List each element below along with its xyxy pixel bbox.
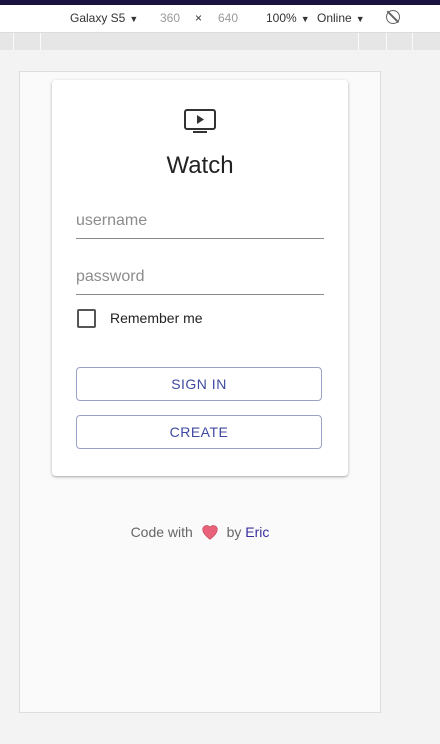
ruler-segment	[358, 33, 359, 50]
app-title: Watch	[166, 152, 234, 179]
author-link[interactable]: Eric	[245, 524, 269, 540]
username-field	[76, 204, 324, 239]
remember-checkbox[interactable]	[77, 309, 96, 328]
zoom-select[interactable]: 100% ▼	[266, 11, 310, 25]
chevron-down-icon: ▼	[355, 14, 365, 24]
network-value: Online	[317, 11, 352, 25]
rotate-icon[interactable]	[386, 10, 400, 24]
remember-label[interactable]: Remember me	[110, 310, 203, 326]
ruler-segment	[40, 33, 41, 50]
footer-by: by	[226, 524, 242, 540]
ruler-segment	[412, 33, 413, 50]
media-query-ruler[interactable]	[0, 32, 440, 51]
height-input[interactable]: 640	[218, 11, 238, 25]
ruler-segment	[386, 33, 387, 50]
device-viewport: Watch Remember me SIGN IN CREATE Code wi…	[19, 71, 381, 713]
network-select[interactable]: Online ▼	[317, 11, 365, 25]
login-card: Watch Remember me SIGN IN CREATE	[52, 80, 348, 476]
device-name: Galaxy S5	[70, 11, 126, 25]
width-input[interactable]: 360	[160, 11, 180, 25]
heart-icon	[202, 525, 218, 540]
create-button[interactable]: CREATE	[76, 415, 322, 449]
sign-in-button[interactable]: SIGN IN	[76, 367, 322, 401]
times-symbol: ×	[195, 11, 203, 25]
password-input[interactable]	[76, 260, 324, 292]
zoom-value: 100%	[266, 11, 297, 25]
device-toolbar: Galaxy S5 ▼ 360 × 640 100% ▼ Online ▼	[0, 5, 440, 32]
tv-icon	[184, 109, 216, 133]
chevron-down-icon: ▼	[300, 14, 310, 24]
footer: Code with by Eric	[20, 524, 380, 540]
chevron-down-icon: ▼	[129, 14, 139, 24]
ruler-segment	[13, 33, 14, 50]
footer-prefix: Code with	[130, 524, 193, 540]
password-field	[76, 260, 324, 295]
device-select[interactable]: Galaxy S5 ▼	[70, 11, 138, 25]
username-input[interactable]	[76, 204, 324, 236]
